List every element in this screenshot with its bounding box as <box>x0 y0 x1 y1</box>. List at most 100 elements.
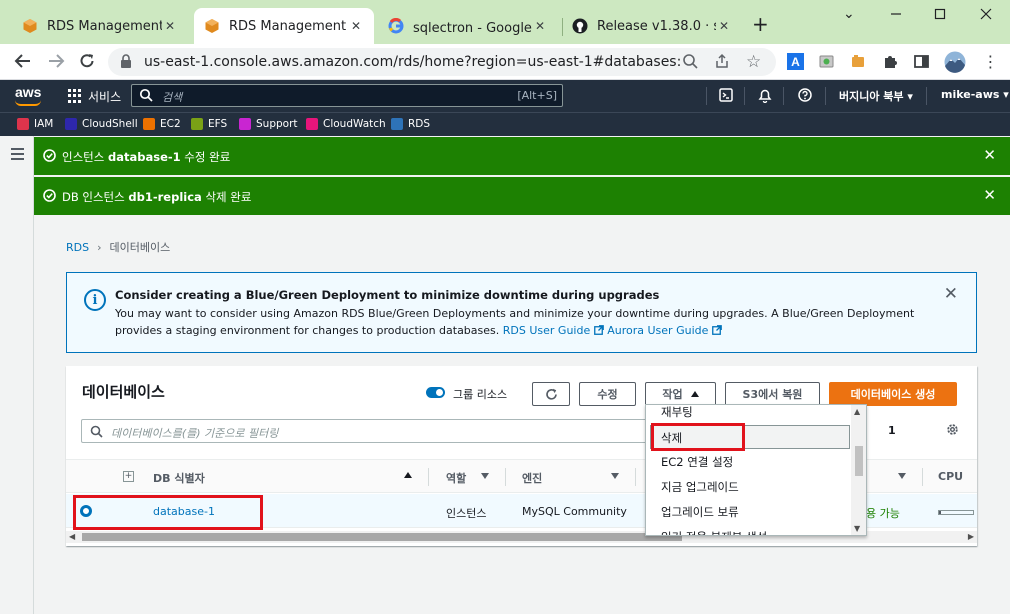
browser-tab-1[interactable]: RDS Management Co ✕ <box>12 8 188 44</box>
favorite-cloudwatch[interactable]: CloudWatch <box>306 118 386 130</box>
database-filter-input[interactable]: 데이터베이스를(를) 기준으로 필터링 <box>81 419 661 443</box>
menu-vertical-scrollbar[interactable]: ▲ ▼ <box>851 405 866 535</box>
address-bar[interactable]: us-east-1.console.aws.amazon.com/rds/hom… <box>108 48 776 76</box>
forward-arrow-icon[interactable] <box>47 52 65 75</box>
sort-caret-icon[interactable] <box>481 473 489 479</box>
minimize-icon[interactable] <box>890 8 902 24</box>
page-number[interactable]: 1 <box>888 424 896 437</box>
scrollbar-thumb[interactable] <box>82 533 682 541</box>
services-grid-icon[interactable] <box>68 89 82 103</box>
dismiss-close-icon[interactable]: ✕ <box>983 148 996 163</box>
bookmark-star-icon[interactable]: ☆ <box>746 52 761 72</box>
back-arrow-icon[interactable] <box>14 52 32 75</box>
menu-item-upgrade-now[interactable]: 지금 업그레이드 <box>646 475 852 499</box>
scrollbar-thumb[interactable] <box>855 446 863 476</box>
favorite-ec2[interactable]: EC2 <box>143 118 181 130</box>
header-divider <box>825 87 826 105</box>
dismiss-close-icon[interactable]: ✕ <box>983 188 996 203</box>
external-link-icon <box>593 325 604 335</box>
rds-user-guide-link[interactable]: RDS User Guide <box>503 324 604 337</box>
scroll-left-arrow-icon[interactable]: ◀ <box>69 532 75 541</box>
column-role[interactable]: 역할 <box>446 470 466 486</box>
cloudshell-icon[interactable] <box>719 88 733 106</box>
actions-label: 작업 <box>662 388 683 401</box>
google-lens-icon[interactable] <box>682 53 698 73</box>
services-menu[interactable]: 서비스 <box>88 88 121 105</box>
aws-search-input[interactable]: 검색 [Alt+S] <box>131 84 563 107</box>
group-resources-toggle[interactable] <box>426 387 445 398</box>
extension-icon[interactable] <box>850 53 867 70</box>
menu-item-ec2-connection[interactable]: EC2 연결 설정 <box>646 450 852 474</box>
aws-smile-logo <box>15 100 41 106</box>
create-database-button[interactable]: 데이터베이스 생성 <box>829 382 957 406</box>
close-icon[interactable]: ✕ <box>716 19 732 33</box>
browser-tab-2-active[interactable]: RDS Management Co ✕ <box>194 8 374 44</box>
aws-logo[interactable]: aws <box>15 84 41 100</box>
browser-tab-title: RDS Management Co <box>47 18 162 34</box>
favorite-cloudshell[interactable]: CloudShell <box>65 118 138 130</box>
region-selector[interactable]: 버지니아 북부 ▾ <box>839 88 913 104</box>
maximize-icon[interactable] <box>934 8 946 24</box>
sort-caret-icon[interactable] <box>611 473 619 479</box>
aurora-user-guide-link[interactable]: Aurora User Guide <box>607 324 722 337</box>
share-icon[interactable] <box>714 53 730 73</box>
hamburger-menu-icon[interactable] <box>11 148 24 163</box>
side-panel-icon[interactable] <box>913 53 930 70</box>
restore-from-s3-button[interactable]: S3에서 복원 <box>725 382 820 406</box>
modify-button[interactable]: 수정 <box>579 382 636 406</box>
chevron-down-icon[interactable]: ⌄ <box>843 6 855 22</box>
browser-tab-3[interactable]: sqlectron - Google 검 ✕ <box>378 8 558 44</box>
info-close-icon[interactable]: ✕ <box>944 286 958 303</box>
bell-icon[interactable] <box>758 88 772 107</box>
expand-all-icon[interactable]: + <box>123 471 134 482</box>
column-cpu[interactable]: CPU <box>938 470 963 483</box>
close-icon[interactable]: ✕ <box>532 19 548 33</box>
scroll-right-arrow-icon[interactable]: ▶ <box>968 532 974 541</box>
scroll-down-arrow-icon[interactable]: ▼ <box>854 524 860 533</box>
annotation-highlight-delete <box>651 423 745 451</box>
kebab-menu-icon[interactable]: ⋮ <box>982 52 999 71</box>
caret-down-icon: ▾ <box>907 90 913 103</box>
favorite-iam[interactable]: IAM <box>17 118 53 130</box>
favorite-label: IAM <box>34 118 54 130</box>
menu-item-create-read-replica[interactable]: 읽기 전용 복제본 생성 <box>646 525 852 535</box>
translate-extension-icon[interactable]: A <box>787 53 804 70</box>
search-shortcut: [Alt+S] <box>517 89 557 102</box>
gear-icon[interactable] <box>945 422 960 440</box>
close-icon[interactable]: ✕ <box>348 19 364 33</box>
screenshot-extension-icon[interactable] <box>818 53 835 70</box>
breadcrumb-rds-link[interactable]: RDS <box>66 241 89 254</box>
puzzle-extensions-icon[interactable] <box>882 53 899 70</box>
sort-caret-icon[interactable] <box>898 473 906 479</box>
sort-ascending-icon[interactable] <box>404 472 412 478</box>
github-icon <box>572 18 588 34</box>
header-divider <box>706 87 707 105</box>
close-icon[interactable]: ✕ <box>162 19 178 33</box>
check-circle-icon <box>43 149 56 165</box>
column-db-identifier[interactable]: DB 식별자 <box>153 470 205 486</box>
browser-toolbar: us-east-1.console.aws.amazon.com/rds/hom… <box>0 44 1010 80</box>
flash-text: 수정 완료 <box>180 150 231 164</box>
favorite-efs[interactable]: EFS <box>191 118 227 130</box>
url-text: us-east-1.console.aws.amazon.com/rds/hom… <box>144 54 682 70</box>
rds-user-guide-label: RDS User Guide <box>502 324 591 337</box>
external-link-icon <box>711 325 722 335</box>
support-service-icon <box>239 118 251 130</box>
window-close-icon[interactable] <box>980 8 992 24</box>
help-icon[interactable] <box>798 88 812 106</box>
reload-icon[interactable] <box>78 52 96 75</box>
column-engine[interactable]: 엔진 <box>522 470 542 486</box>
menu-item-reboot[interactable]: 재부팅 <box>646 405 852 424</box>
menu-item-upgrade-defer[interactable]: 업그레이드 보류 <box>646 500 852 524</box>
new-tab-plus-icon[interactable]: + <box>752 14 769 34</box>
browser-tab-4[interactable]: Release v1.38.0 · sqle ✕ <box>562 8 742 44</box>
favorite-support[interactable]: Support <box>239 118 298 130</box>
scroll-up-arrow-icon[interactable]: ▲ <box>854 407 860 416</box>
aws-box-icon <box>204 18 220 34</box>
profile-avatar[interactable] <box>944 51 966 73</box>
actions-dropdown-button[interactable]: 작업 <box>645 382 716 406</box>
account-menu[interactable]: mike-aws ▾ <box>941 88 1009 101</box>
favorite-rds[interactable]: RDS <box>391 118 430 130</box>
refresh-button[interactable] <box>532 382 570 406</box>
favorites-bar: IAM CloudShell EC2 EFS Support CloudWatc… <box>0 112 1010 136</box>
